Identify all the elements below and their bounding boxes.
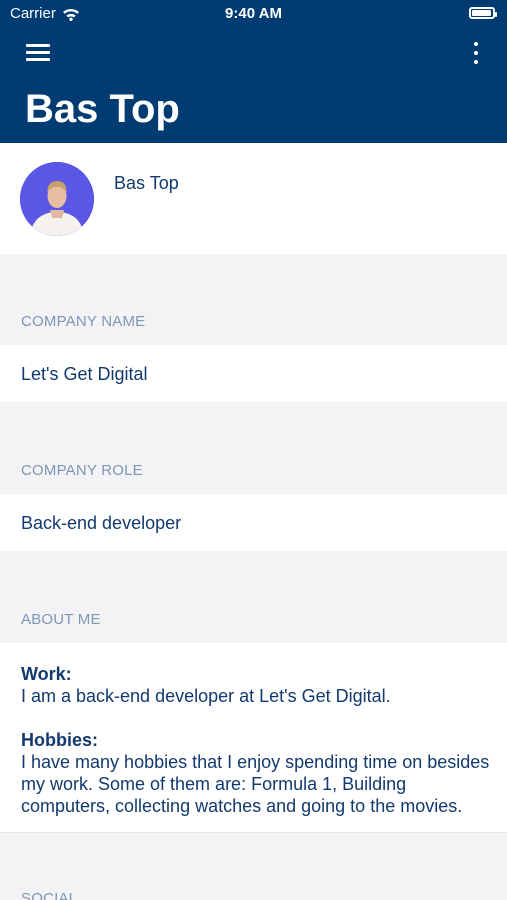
status-bar: Carrier 9:40 AM xyxy=(0,0,507,28)
profile-name: Bas Top xyxy=(114,173,179,193)
company-name-label: COMPANY NAME xyxy=(21,313,146,330)
more-vertical-icon xyxy=(474,42,478,46)
hobbies-label: Hobbies: xyxy=(21,730,99,750)
hobbies-text: I have many hobbies that I enjoy spendin… xyxy=(21,752,490,816)
app-header: Carrier 9:40 AM Bas Top xyxy=(0,0,507,143)
work-label: Work: xyxy=(21,664,72,684)
battery-icon xyxy=(469,7,497,19)
menu-button[interactable] xyxy=(26,44,50,62)
company-name-row: Let's Get Digital xyxy=(0,345,507,402)
about-me-label: ABOUT ME xyxy=(21,611,101,628)
menu-icon xyxy=(26,44,50,61)
company-name-value: Let's Get Digital xyxy=(21,364,148,384)
status-time: 9:40 AM xyxy=(225,5,282,22)
profile-card: Bas Top xyxy=(0,143,507,254)
page-title: Bas Top xyxy=(25,87,180,131)
company-role-value: Back-end developer xyxy=(21,513,182,533)
person-photo-icon xyxy=(20,162,94,236)
battery-level xyxy=(472,10,491,16)
more-options-button[interactable] xyxy=(471,42,481,64)
work-text: I am a back-end developer at Let's Get D… xyxy=(21,686,391,706)
social-label: SOCIAL xyxy=(21,890,78,900)
company-role-row: Back-end developer xyxy=(0,494,507,551)
avatar[interactable] xyxy=(20,162,94,236)
company-role-label: COMPANY ROLE xyxy=(21,462,143,479)
about-me-card: Work: I am a back-end developer at Let's… xyxy=(0,643,507,833)
